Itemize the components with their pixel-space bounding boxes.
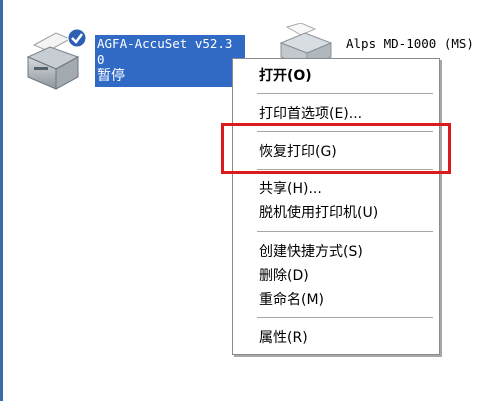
menu-item-create-shortcut[interactable]: 创建快捷方式(S) <box>259 243 363 261</box>
printer-status: 暂停 <box>97 68 125 84</box>
annotation-highlight-box <box>221 123 451 174</box>
menu-item-sharing[interactable]: 共享(H)... <box>259 180 322 198</box>
menu-separator <box>257 317 433 319</box>
check-icon <box>67 28 87 48</box>
menu-item-delete[interactable]: 删除(D) <box>259 267 309 285</box>
menu-item-use-offline[interactable]: 脱机使用打印机(U) <box>259 204 378 222</box>
menu-separator <box>257 93 433 95</box>
menu-item-printing-preferences[interactable]: 打印首选项(E)... <box>259 105 362 123</box>
window-left-edge <box>0 0 3 401</box>
menu-item-open[interactable]: 打开(O) <box>259 67 312 85</box>
printer-name-line1: AGFA-AccuSet v52.3 <box>97 36 233 51</box>
menu-item-rename[interactable]: 重命名(M) <box>259 291 324 309</box>
printer-name-2[interactable]: Alps MD-1000 (MS) <box>346 36 474 52</box>
printer-name-line2: 0 <box>97 52 105 67</box>
printer-label-selected[interactable]: AGFA-AccuSet v52.3 0 暂停 <box>95 35 245 87</box>
menu-item-properties[interactable]: 属性(R) <box>259 329 308 347</box>
context-menu: 打开(O) 打印首选项(E)... 恢复打印(G) 共享(H)... 脱机使用打… <box>232 58 440 355</box>
menu-separator <box>257 231 433 233</box>
